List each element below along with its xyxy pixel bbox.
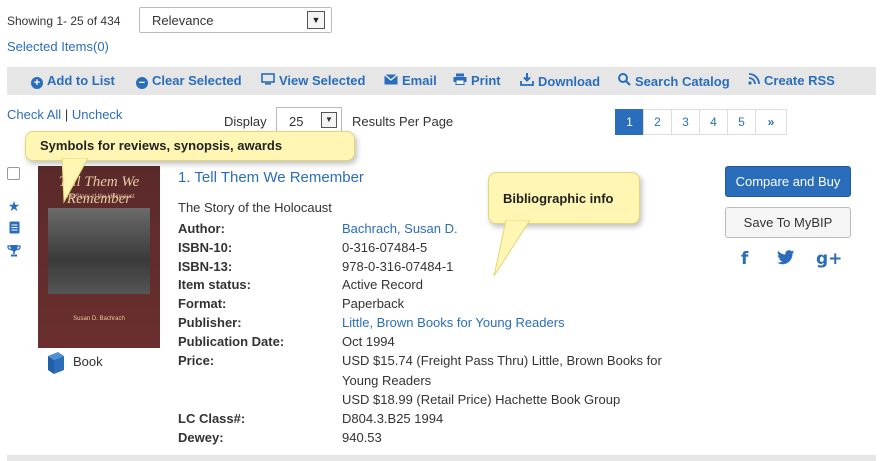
chevron-down-icon: ▼ xyxy=(321,112,337,128)
envelope-icon xyxy=(384,74,398,88)
check-separator: | xyxy=(64,107,69,122)
rss-icon xyxy=(748,73,760,88)
print-label: Print xyxy=(471,73,501,88)
email-label: Email xyxy=(402,73,437,88)
pubdate-value: Oct 1994 xyxy=(342,334,395,349)
price-line-3: USD $18.99 (Retail Price) Hachette Book … xyxy=(342,392,621,407)
results-per-page-label: Results Per Page xyxy=(352,114,454,129)
callout-pointer xyxy=(61,158,89,204)
page-1[interactable]: 1 xyxy=(615,109,644,135)
add-to-list-button[interactable]: + Add to List xyxy=(31,73,115,89)
results-count: Showing 1- 25 of 434 xyxy=(7,14,121,28)
isbn10-value: 0-316-07484-5 xyxy=(342,240,428,255)
status-value: Active Record xyxy=(342,277,423,292)
google-plus-icon[interactable]: g+ xyxy=(816,249,842,269)
view-selected-label: View Selected xyxy=(279,73,366,88)
clear-selected-label: Clear Selected xyxy=(152,73,242,88)
search-icon xyxy=(618,73,631,89)
page-5[interactable]: 5 xyxy=(727,109,756,135)
print-button[interactable]: Print xyxy=(453,73,501,88)
email-button[interactable]: Email xyxy=(384,73,437,88)
lc-class-value: D804.3.B25 1994 xyxy=(342,411,444,426)
symbols-callout: Symbols for reviews, synopsis, awards xyxy=(25,131,355,161)
create-rss-label: Create RSS xyxy=(764,73,835,88)
page-2[interactable]: 2 xyxy=(643,109,672,135)
format-type-label: Book xyxy=(73,354,103,369)
dewey-label: Dewey: xyxy=(178,430,224,445)
cover-photo xyxy=(48,208,150,294)
download-button[interactable]: Download xyxy=(520,73,600,89)
sort-select-value: Relevance xyxy=(152,13,214,28)
clear-selected-button[interactable]: − Clear Selected xyxy=(136,73,242,89)
isbn10-label: ISBN-10: xyxy=(178,240,233,255)
result-checkbox[interactable] xyxy=(7,167,20,180)
printer-icon xyxy=(453,73,467,88)
price-line-2: Young Readers xyxy=(342,373,432,388)
uncheck-link[interactable]: Uncheck xyxy=(72,107,123,122)
next-page-button[interactable]: » xyxy=(755,109,787,135)
price-label: Price: xyxy=(178,353,215,368)
status-label: Item status: xyxy=(178,277,251,292)
callout-pointer xyxy=(493,220,531,277)
cover-author: Susan D. Bachrach xyxy=(73,316,125,322)
create-rss-button[interactable]: Create RSS xyxy=(748,73,835,88)
trophy-icon[interactable] xyxy=(7,244,21,260)
save-to-mybip-button[interactable]: Save To MyBIP xyxy=(725,207,851,238)
lc-class-label: LC Class#: xyxy=(178,411,246,426)
facebook-icon[interactable]: f xyxy=(741,249,748,269)
action-toolbar: + Add to List − Clear Selected View Select… xyxy=(7,67,876,95)
page-3[interactable]: 3 xyxy=(671,109,700,135)
download-icon xyxy=(520,73,534,89)
biblio-callout: Bibliographic info xyxy=(488,172,640,224)
sort-select[interactable]: Relevance ▼ xyxy=(139,7,332,33)
per-page-value: 25 xyxy=(289,114,304,129)
author-link[interactable]: Bachrach, Susan D. xyxy=(342,221,458,236)
result-subtitle: The Story of the Holocaust xyxy=(178,200,332,215)
publisher-label: Publisher: xyxy=(178,315,242,330)
page-4[interactable]: 4 xyxy=(699,109,728,135)
add-to-list-label: Add to List xyxy=(47,73,115,88)
result-divider xyxy=(7,455,876,461)
download-label: Download xyxy=(538,74,601,89)
star-icon[interactable]: ★ xyxy=(7,198,21,215)
plus-circle-icon: + xyxy=(31,77,43,89)
search-catalog-button[interactable]: Search Catalog xyxy=(618,73,730,89)
result-title-link[interactable]: 1. Tell Them We Remember xyxy=(178,169,364,186)
search-catalog-label: Search Catalog xyxy=(635,74,730,89)
per-page-select[interactable]: 25 ▼ xyxy=(276,107,342,133)
publisher-link[interactable]: Little, Brown Books for Young Readers xyxy=(342,315,565,330)
display-label: Display xyxy=(224,114,267,129)
pubdate-label: Publication Date: xyxy=(178,334,285,349)
view-selected-button[interactable]: View Selected xyxy=(261,73,365,88)
minus-circle-icon: − xyxy=(136,77,148,89)
isbn13-value: 978-0-316-07484-1 xyxy=(342,259,454,274)
chevron-down-icon: ▼ xyxy=(307,11,325,29)
selected-items-link[interactable]: Selected Items(0) xyxy=(7,39,109,54)
synopsis-icon[interactable] xyxy=(7,221,21,237)
compare-and-buy-button[interactable]: Compare and Buy xyxy=(725,166,851,197)
author-label: Author: xyxy=(178,221,225,236)
monitor-icon xyxy=(261,73,275,88)
dewey-value: 940.53 xyxy=(342,430,382,445)
twitter-icon[interactable] xyxy=(777,250,795,270)
format-label: Format: xyxy=(178,296,227,311)
format-value: Paperback xyxy=(342,296,405,311)
price-line-1: USD $15.74 (Freight Pass Thru) Little, B… xyxy=(342,353,662,368)
book-format-icon xyxy=(46,352,64,374)
isbn13-label: ISBN-13: xyxy=(178,259,233,274)
check-all-link[interactable]: Check All xyxy=(7,107,61,122)
check-controls: Check All | Uncheck xyxy=(7,107,122,122)
pagination: 1 2 3 4 5 » xyxy=(615,109,787,135)
